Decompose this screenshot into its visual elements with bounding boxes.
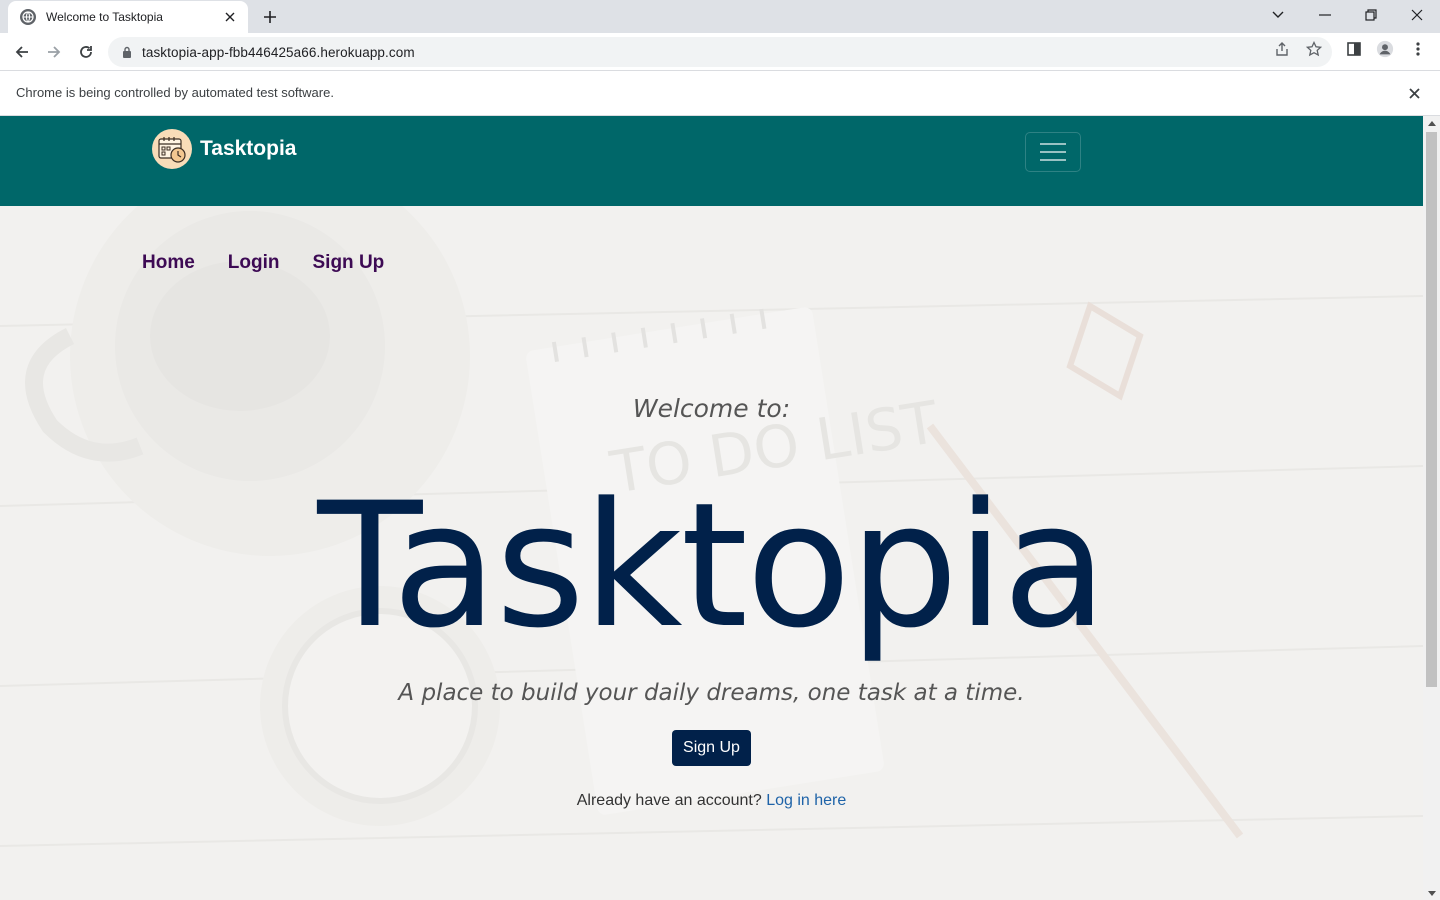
welcome-text: Welcome to: [632,394,791,423]
login-prompt: Already have an account? Log in here [0,792,1423,810]
nav-home-link[interactable]: Home [142,252,195,274]
signup-button[interactable]: Sign Up [672,730,751,766]
hamburger-line [1040,151,1066,153]
browser-tab-strip: Welcome to Tasktopia [0,0,1440,33]
infobar-message: Chrome is being controlled by automated … [16,85,334,100]
page-viewport: Tasktopia TO DO LIST Home Login Sign Up … [0,116,1440,900]
site-navbar: Tasktopia [0,116,1423,206]
profile-avatar-icon[interactable] [1376,40,1394,58]
bookmark-star-icon[interactable] [1305,40,1323,58]
close-window-icon[interactable] [1394,0,1440,30]
reload-icon[interactable] [72,38,100,66]
address-bar[interactable]: tasktopia-app-fbb446425a66.herokuapp.com [108,37,1332,67]
navbar-toggler-button[interactable] [1025,132,1081,172]
share-icon[interactable] [1273,40,1291,58]
side-panel-icon[interactable] [1345,40,1363,58]
minimize-icon[interactable] [1302,0,1348,30]
hero-section: TO DO LIST Home Login Sign Up Welcome to… [0,206,1423,900]
nav-login-link[interactable]: Login [228,252,280,274]
scrollbar-thumb[interactable] [1426,132,1437,687]
close-tab-icon[interactable] [222,9,238,25]
browser-tab[interactable]: Welcome to Tasktopia [8,1,248,33]
back-arrow-icon[interactable] [8,38,36,66]
browser-toolbar: tasktopia-app-fbb446425a66.herokuapp.com [0,33,1440,71]
page-scrollbar[interactable] [1423,116,1440,900]
lock-icon[interactable] [120,45,134,59]
calendar-clock-logo-icon [152,129,192,169]
already-text: Already have an account? [576,792,762,809]
url-text: tasktopia-app-fbb446425a66.herokuapp.com [142,44,415,60]
restore-icon[interactable] [1348,0,1394,30]
hamburger-line [1040,159,1066,161]
new-tab-button[interactable] [258,6,282,28]
brand-name: Tasktopia [200,137,297,160]
forward-arrow-icon[interactable] [40,38,68,66]
hamburger-line [1040,143,1066,145]
page: Tasktopia TO DO LIST Home Login Sign Up … [0,116,1423,900]
main-nav: Home Login Sign Up [142,252,384,274]
automation-infobar: Chrome is being controlled by automated … [0,71,1440,116]
scroll-down-arrow-icon[interactable] [1423,886,1440,900]
hero-tagline: A place to build your daily dreams, one … [398,680,1025,706]
tab-title: Welcome to Tasktopia [46,10,163,24]
login-here-link[interactable]: Log in here [766,792,846,809]
kebab-menu-icon[interactable] [1409,40,1427,58]
hero-title: Tasktopia [317,465,1107,666]
nav-signup-link[interactable]: Sign Up [313,252,385,274]
globe-icon [20,9,36,25]
scroll-up-arrow-icon[interactable] [1423,116,1440,130]
tab-search-icon[interactable] [1255,0,1301,30]
brand-link[interactable]: Tasktopia [152,129,296,169]
close-infobar-icon[interactable] [1406,85,1422,101]
